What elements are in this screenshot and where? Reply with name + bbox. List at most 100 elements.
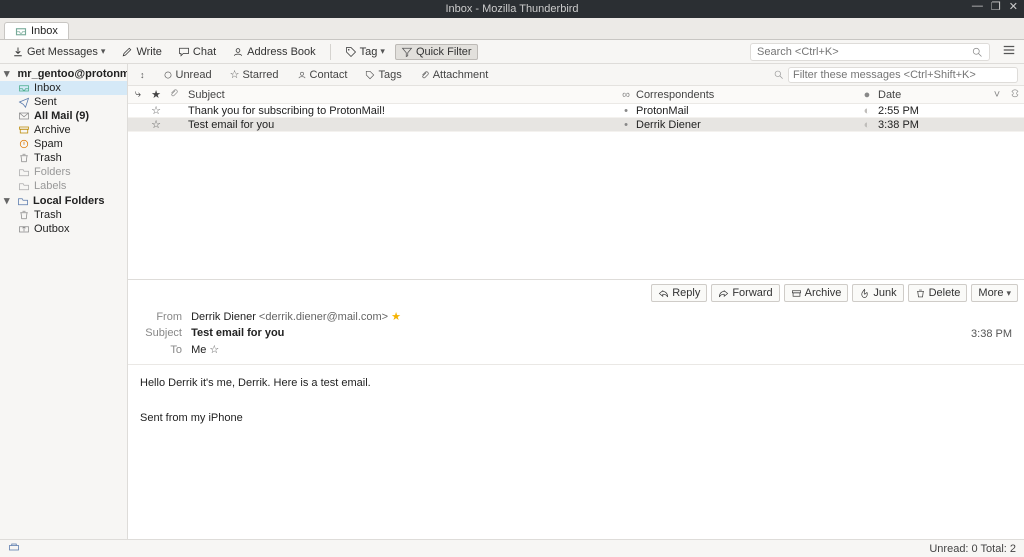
tab-inbox[interactable]: Inbox <box>4 22 69 39</box>
message-row[interactable]: ☆ Thank you for subscribing to ProtonMai… <box>128 104 1024 118</box>
col-date[interactable]: Date <box>878 89 988 101</box>
tag-button[interactable]: Tag ▾ <box>339 44 391 60</box>
trash-icon <box>915 288 926 299</box>
flame-icon <box>859 288 870 299</box>
toggle-filter-button[interactable]: ↕ <box>134 69 151 81</box>
tab-label: Inbox <box>31 25 58 37</box>
from-email[interactable]: <derrik.diener@mail.com> <box>259 311 388 323</box>
folder-trash[interactable]: Trash <box>0 151 127 165</box>
trash-icon <box>18 209 30 221</box>
col-read[interactable]: ∞ <box>616 89 636 101</box>
filter-attachment[interactable]: Attachment <box>414 68 495 82</box>
menu-icon <box>1002 43 1016 57</box>
search-input[interactable] <box>757 46 971 58</box>
chevron-down-icon: ▾ <box>380 46 385 57</box>
col-star[interactable]: ★ <box>148 88 164 101</box>
window-titlebar: Inbox - Mozilla Thunderbird — ❐ ✕ <box>0 0 1024 18</box>
folder-labels[interactable]: Labels <box>0 179 127 193</box>
local-folders-row[interactable]: ▾ Local Folders <box>0 193 127 208</box>
status-right: Unread: 0 Total: 2 <box>929 543 1016 555</box>
folder-outbox[interactable]: Outbox <box>0 222 127 236</box>
col-thread[interactable]: ⤷ <box>128 88 148 101</box>
contact-star-icon[interactable]: ★ <box>391 311 401 323</box>
star-toggle[interactable]: ☆ <box>148 118 164 131</box>
filter-starred[interactable]: ☆Starred <box>224 67 285 82</box>
col-spam-indicator[interactable]: ● <box>856 89 878 101</box>
contacts-icon <box>232 46 244 58</box>
main-toolbar: Get Messages ▾ Write Chat Address Book T… <box>0 40 1024 64</box>
message-subject: Test email for you <box>184 119 616 131</box>
status-left[interactable] <box>8 541 20 556</box>
search-icon <box>773 69 784 80</box>
dot-icon <box>163 70 173 80</box>
reader-subject: Test email for you <box>191 327 284 339</box>
inbox-icon <box>15 25 27 37</box>
junk-button[interactable]: Junk <box>852 284 903 302</box>
message-correspondent: ProtonMail <box>636 105 856 117</box>
filter-icon <box>401 46 413 58</box>
reader-to[interactable]: Me <box>191 344 206 356</box>
twisty-icon[interactable]: ▾ <box>4 67 10 80</box>
reader-date: 3:38 PM <box>971 328 1012 340</box>
filter-contact[interactable]: Contact <box>291 68 354 82</box>
from-name[interactable]: Derrik Diener <box>191 311 256 323</box>
folder-inbox[interactable]: Inbox <box>0 81 127 95</box>
more-button[interactable]: More▾ <box>971 284 1018 302</box>
message-list: ☆ Thank you for subscribing to ProtonMai… <box>128 104 1024 132</box>
star-icon: ☆ <box>230 68 240 81</box>
toolbar-separator <box>330 44 331 60</box>
forward-button[interactable]: Forward <box>711 284 779 302</box>
search-box[interactable] <box>750 43 990 61</box>
folder-icon <box>18 166 30 178</box>
tag-icon <box>365 70 375 80</box>
folder-all-mail[interactable]: All Mail (9) <box>0 109 127 123</box>
archive-button[interactable]: Archive <box>784 284 849 302</box>
star-toggle[interactable]: ☆ <box>148 104 164 117</box>
window-title: Inbox - Mozilla Thunderbird <box>445 3 578 15</box>
window-minimize-icon[interactable]: — <box>972 0 983 13</box>
reply-button[interactable]: Reply <box>651 284 707 302</box>
message-date: 2:55 PM <box>878 105 988 117</box>
col-picker[interactable]: ⛻ <box>1006 88 1024 102</box>
contact-star-icon[interactable]: ☆ <box>209 344 219 356</box>
local-folders-icon <box>17 195 29 207</box>
folder-local-trash[interactable]: Trash <box>0 208 127 222</box>
col-subject[interactable]: Subject <box>184 89 616 101</box>
chat-button[interactable]: Chat <box>172 44 222 60</box>
filter-input[interactable] <box>788 67 1018 83</box>
col-correspondents[interactable]: Correspondents <box>636 89 856 101</box>
twisty-icon[interactable]: ▾ <box>4 194 13 207</box>
paperclip-icon <box>420 70 430 80</box>
outbox-icon <box>18 223 30 235</box>
inbox-icon <box>18 82 30 94</box>
forward-icon <box>718 288 729 299</box>
window-close-icon[interactable]: ✕ <box>1009 0 1018 13</box>
col-attachment[interactable] <box>164 88 184 101</box>
delete-button[interactable]: Delete <box>908 284 968 302</box>
filter-tags[interactable]: Tags <box>359 68 407 82</box>
folder-icon <box>18 180 30 192</box>
body-line: Hello Derrik it's me, Derrik. Here is a … <box>140 375 1012 393</box>
account-row[interactable]: ▾ mr_gentoo@protonmail.com <box>0 66 127 81</box>
filter-unread[interactable]: Unread <box>157 68 218 82</box>
folder-folders[interactable]: Folders <box>0 165 127 179</box>
message-row[interactable]: ☆ Test email for you • Derrik Diener ◐ 3… <box>128 118 1024 132</box>
message-subject: Thank you for subscribing to ProtonMail! <box>184 105 616 117</box>
app-menu-button[interactable] <box>1000 41 1018 62</box>
col-sort-indicator[interactable]: ˅ <box>988 89 1006 101</box>
body-line: Sent from my iPhone <box>140 410 1012 428</box>
write-button[interactable]: Write <box>115 44 167 60</box>
paperclip-icon <box>169 88 179 98</box>
chevron-down-icon: ▾ <box>1006 288 1011 299</box>
subject-label: Subject <box>138 327 182 339</box>
reader-body: Hello Derrik it's me, Derrik. Here is a … <box>128 365 1024 539</box>
quick-filter-button[interactable]: Quick Filter <box>395 44 478 60</box>
folder-spam[interactable]: Spam <box>0 137 127 151</box>
folder-archive[interactable]: Archive <box>0 123 127 137</box>
archive-icon <box>791 288 802 299</box>
tab-strip: Inbox <box>0 18 1024 40</box>
window-maximize-icon[interactable]: ❐ <box>991 0 1001 13</box>
folder-sent[interactable]: Sent <box>0 95 127 109</box>
get-messages-button[interactable]: Get Messages ▾ <box>6 44 111 60</box>
address-book-button[interactable]: Address Book <box>226 44 321 60</box>
